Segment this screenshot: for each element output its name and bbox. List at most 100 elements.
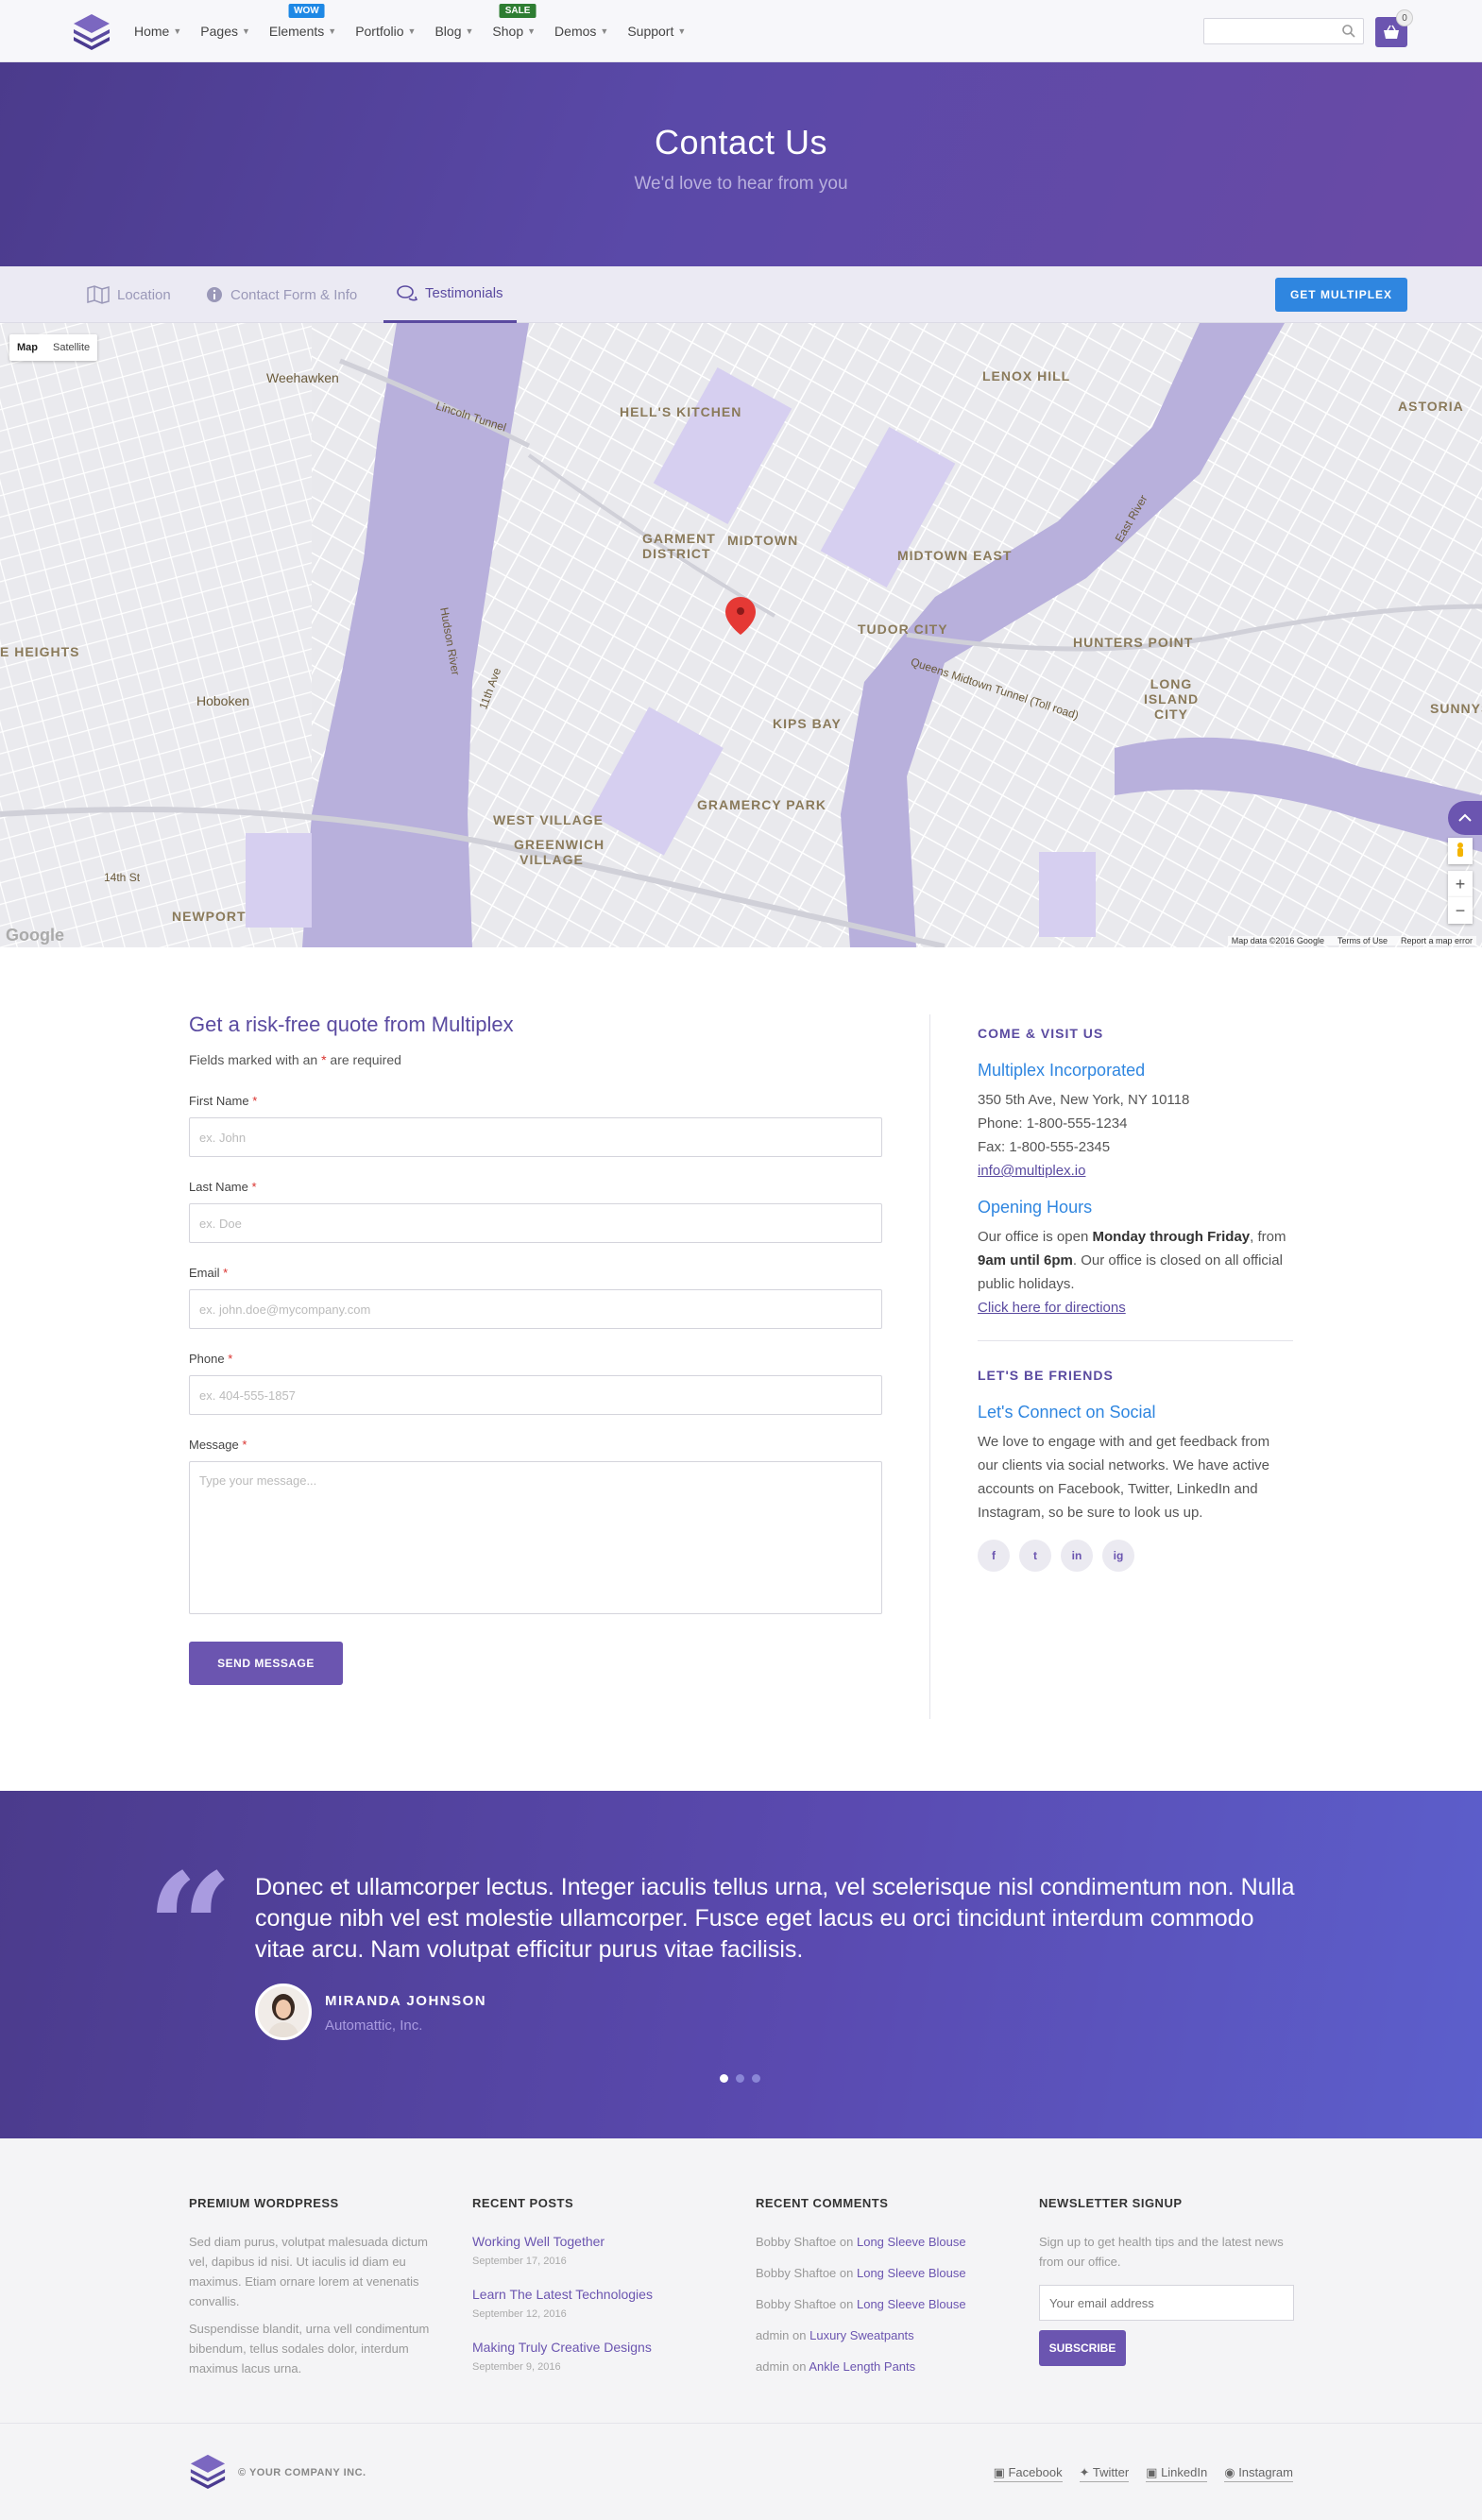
testimonial-quote: Donec et ullamcorper lectus. Integer iac… bbox=[255, 1874, 1295, 1963]
quote-icon: “ bbox=[146, 1840, 234, 2018]
message-textarea[interactable] bbox=[189, 1461, 882, 1614]
location-map[interactable]: Map Satellite Weehawken HELL'S KITCHEN L… bbox=[0, 323, 1482, 947]
nav-shop[interactable]: SALE Shop ▼ bbox=[492, 0, 537, 62]
footer-text: Sed diam purus, volutpat malesuada dictu… bbox=[189, 2235, 428, 2308]
comment-item: admin on Ankle Length Pants bbox=[756, 2359, 916, 2374]
nav-portfolio[interactable]: Portfolio ▼ bbox=[355, 0, 416, 62]
nav-blog[interactable]: Blog ▼ bbox=[434, 0, 473, 62]
map-label: ASTORIA bbox=[1398, 399, 1464, 414]
map-type-control: Map Satellite bbox=[9, 334, 98, 361]
map-icon bbox=[87, 285, 110, 304]
instagram-icon[interactable]: ig bbox=[1102, 1540, 1134, 1572]
logo-icon[interactable] bbox=[72, 12, 111, 50]
email-input[interactable] bbox=[189, 1289, 882, 1329]
wow-badge: WOW bbox=[288, 3, 325, 18]
chevron-down-icon: ▼ bbox=[600, 26, 609, 36]
tab-label: Location bbox=[117, 286, 171, 303]
last-name-input[interactable] bbox=[189, 1203, 882, 1243]
search-input[interactable] bbox=[1203, 18, 1364, 44]
nav-label: Pages bbox=[200, 23, 238, 39]
chevron-down-icon: ▼ bbox=[173, 26, 182, 36]
search-icon[interactable] bbox=[1341, 24, 1356, 39]
zoom-in-button[interactable]: + bbox=[1448, 871, 1473, 897]
send-message-button[interactable]: SEND MESSAGE bbox=[189, 1642, 343, 1685]
comment-post-link[interactable]: Ankle Length Pants bbox=[809, 2359, 915, 2374]
chevron-down-icon: ▼ bbox=[407, 26, 417, 36]
street-view-icon[interactable] bbox=[1448, 838, 1473, 864]
footer-heading: RECENT POSTS bbox=[472, 2196, 574, 2210]
subscribe-button[interactable]: SUBSCRIBE bbox=[1039, 2330, 1126, 2366]
newsletter-email-input[interactable] bbox=[1039, 2285, 1294, 2321]
comment-post-link[interactable]: Long Sleeve Blouse bbox=[857, 2235, 966, 2249]
linkedin-icon[interactable]: in bbox=[1061, 1540, 1093, 1572]
sale-badge: SALE bbox=[499, 3, 537, 18]
linkedin-link[interactable]: ▣ LinkedIn bbox=[1146, 2465, 1208, 2482]
map-label: MIDTOWN EAST bbox=[897, 548, 1013, 563]
hours-text: Our office is open Monday through Friday… bbox=[978, 1229, 1286, 1292]
map-label: LENOX HILL bbox=[982, 368, 1071, 383]
twitter-link[interactable]: ✦ Twitter bbox=[1079, 2465, 1130, 2482]
directions-link[interactable]: Click here for directions bbox=[978, 1300, 1126, 1316]
facebook-icon[interactable]: f bbox=[978, 1540, 1010, 1572]
fax-text: Fax: 1-800-555-2345 bbox=[978, 1139, 1111, 1155]
nav-elements[interactable]: WOW Elements ▼ bbox=[269, 0, 336, 62]
tab-testimonials[interactable]: Testimonials bbox=[383, 266, 517, 323]
tab-location[interactable]: Location bbox=[87, 266, 171, 323]
nav-demos[interactable]: Demos ▼ bbox=[554, 0, 608, 62]
map-label: Hoboken bbox=[196, 693, 250, 708]
nav-pages[interactable]: Pages ▼ bbox=[200, 0, 250, 62]
instagram-icon: ◉ bbox=[1224, 2465, 1239, 2479]
post-link[interactable]: Working Well Together bbox=[472, 2234, 605, 2249]
terms-link[interactable]: Terms of Use bbox=[1337, 936, 1388, 945]
nav-label: Home bbox=[134, 23, 170, 39]
email-link[interactable]: info@multiplex.io bbox=[978, 1163, 1085, 1179]
first-name-input[interactable] bbox=[189, 1117, 882, 1157]
footer-logo-icon[interactable] bbox=[189, 2452, 227, 2490]
post-link[interactable]: Learn The Latest Technologies bbox=[472, 2287, 653, 2302]
chevron-down-icon: ▼ bbox=[465, 26, 474, 36]
map-type-satellite[interactable]: Satellite bbox=[45, 334, 97, 361]
map-label: Weehawken bbox=[266, 370, 339, 385]
comment-item: Bobby Shaftoe on Long Sleeve Blouse bbox=[756, 2297, 966, 2311]
twitter-icon[interactable]: t bbox=[1019, 1540, 1051, 1572]
copyright-text: © YOUR COMPANY INC. bbox=[238, 2467, 366, 2478]
map-label: E HEIGHTS bbox=[0, 644, 80, 659]
first-name-label: First Name * bbox=[189, 1094, 258, 1108]
carousel-dot[interactable] bbox=[752, 2074, 760, 2083]
comment-post-link[interactable]: Long Sleeve Blouse bbox=[857, 2297, 966, 2311]
zoom-out-button[interactable]: − bbox=[1448, 897, 1473, 924]
carousel-dot[interactable] bbox=[736, 2074, 744, 2083]
comment-post-link[interactable]: Long Sleeve Blouse bbox=[857, 2266, 966, 2280]
map-label: HUNTERS POINT bbox=[1073, 635, 1194, 650]
map-type-map[interactable]: Map bbox=[9, 334, 45, 361]
instagram-link[interactable]: ◉ Instagram bbox=[1224, 2465, 1293, 2482]
basket-icon bbox=[1384, 25, 1399, 39]
get-multiplex-button[interactable]: GET MULTIPLEX bbox=[1275, 278, 1407, 312]
comment-item: admin on Luxury Sweatpants bbox=[756, 2328, 914, 2342]
comment-post-link[interactable]: Luxury Sweatpants bbox=[809, 2328, 914, 2342]
footer-social-links: ▣ Facebook ✦ Twitter ▣ LinkedIn ◉ Instag… bbox=[993, 2465, 1293, 2482]
map-label: KIPS BAY bbox=[773, 716, 842, 731]
phone-text: Phone: 1-800-555-1234 bbox=[978, 1115, 1128, 1132]
nav-label: Shop bbox=[492, 23, 524, 39]
post-link[interactable]: Making Truly Creative Designs bbox=[472, 2340, 652, 2355]
map-label: GRAMERCY PARK bbox=[697, 797, 826, 812]
report-error-link[interactable]: Report a map error bbox=[1401, 936, 1473, 945]
nav-home[interactable]: Home ▼ bbox=[134, 0, 181, 62]
phone-input[interactable] bbox=[189, 1375, 882, 1415]
chevron-down-icon: ▼ bbox=[527, 26, 537, 36]
author-name: MIRANDA JOHNSON bbox=[325, 1993, 487, 2009]
divider bbox=[978, 1340, 1293, 1341]
nav-support[interactable]: Support ▼ bbox=[627, 0, 686, 62]
nav-label: Elements bbox=[268, 23, 325, 39]
form-title: Get a risk-free quote from Multiplex bbox=[189, 1013, 514, 1036]
tab-contact-form[interactable]: Contact Form & Info bbox=[206, 266, 357, 323]
map-label: LONG ISLAND CITY bbox=[1143, 676, 1200, 722]
carousel-dot[interactable] bbox=[720, 2074, 728, 2083]
facebook-link[interactable]: ▣ Facebook bbox=[993, 2465, 1063, 2482]
avatar bbox=[255, 1984, 312, 2040]
scroll-top-button[interactable] bbox=[1448, 801, 1482, 835]
map-label: GARMENT DISTRICT bbox=[642, 531, 716, 561]
map-label: HELL'S KITCHEN bbox=[620, 404, 742, 419]
main-nav: Home ▼ Pages ▼ WOW Elements ▼ Portfolio ▼ Blo… bbox=[134, 0, 705, 62]
